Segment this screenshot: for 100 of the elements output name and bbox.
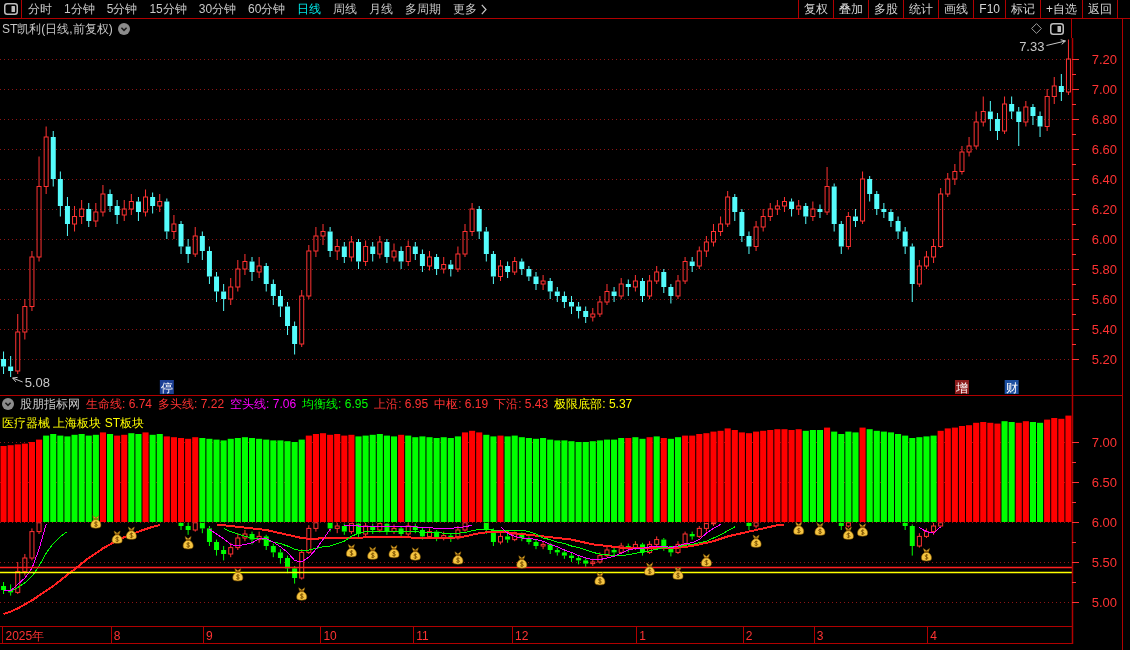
money-bag-icon — [388, 545, 400, 559]
chevron-down-icon[interactable] — [2, 398, 14, 410]
chevron-right-icon — [481, 3, 488, 15]
period-tab[interactable]: 60分钟 — [248, 3, 286, 15]
date-label: 3 — [816, 628, 824, 643]
date-label: 11 — [416, 628, 429, 643]
money-bag-icon — [90, 515, 102, 529]
toolbar-button[interactable]: 复权 — [798, 0, 834, 18]
date-label: 4 — [930, 628, 937, 643]
date-label: 12 — [515, 628, 529, 643]
indicator-value: 中枢: 6.19 — [434, 397, 489, 411]
toolbar-button[interactable]: 返回 — [1082, 0, 1118, 18]
point — [111, 534, 123, 544]
candle — [640, 277, 645, 303]
period-tab[interactable]: 1分钟 — [64, 3, 95, 15]
period-tab[interactable]: 30分钟 — [198, 3, 237, 15]
money-bag-icon — [814, 522, 826, 536]
indicator-value: 上沿: 6.95 — [374, 397, 429, 411]
arrow-icon — [12, 376, 24, 383]
candle — [711, 522, 716, 527]
date-label: 8 — [113, 628, 121, 643]
toolbar-button[interactable]: 画线 — [938, 0, 974, 18]
point — [516, 559, 528, 569]
more-menu-button[interactable]: 更多 — [453, 3, 488, 15]
point — [367, 550, 379, 560]
axis-label: 7.00 — [1091, 81, 1117, 97]
date-label: 2025年 — [5, 628, 45, 643]
candle — [427, 527, 432, 540]
candle — [427, 250, 432, 271]
axis-label: 5.00 — [1091, 594, 1117, 610]
period-tab[interactable]: 多周期 — [405, 3, 442, 15]
money-bag-icon — [644, 562, 655, 576]
panel-toggle-icon[interactable] — [1050, 22, 1064, 35]
event-marker[interactable]: 增 — [954, 380, 969, 395]
chevron-down-icon[interactable] — [117, 22, 130, 35]
period-tab[interactable]: 周线 — [333, 3, 358, 15]
candle — [782, 196, 787, 213]
axis-label: 6.40 — [1091, 171, 1117, 187]
period-tab[interactable]: 月线 — [369, 3, 394, 15]
stock-title: ST凯利(日线,前复权) — [2, 20, 113, 38]
money-bag-icon — [409, 547, 421, 561]
candle — [285, 555, 290, 574]
arrow-icon — [1045, 39, 1066, 46]
axis-label: 6.50 — [1091, 474, 1117, 490]
money-bag-icon — [921, 548, 932, 562]
indicator-value: 空头线: 7.06 — [230, 397, 297, 411]
point — [409, 551, 421, 561]
date-label: 2 — [745, 628, 753, 643]
point — [296, 591, 308, 601]
axis-label: 6.00 — [1091, 231, 1117, 247]
candle — [285, 301, 290, 336]
candle — [569, 295, 574, 315]
axis-label: 6.00 — [1091, 514, 1117, 530]
toolbar-button[interactable]: 多股 — [868, 0, 904, 18]
toolbar-button[interactable]: +自选 — [1040, 0, 1082, 18]
indicator-value: 极限底部: 5.37 — [554, 397, 633, 411]
candle — [569, 551, 574, 563]
date-label: 9 — [206, 628, 213, 643]
point — [594, 576, 606, 586]
money-bag-icon — [672, 566, 684, 580]
axis-label: 7.00 — [1091, 434, 1117, 450]
candle — [356, 238, 361, 270]
axis-label: 6.20 — [1091, 201, 1117, 217]
money-bag-icon — [594, 572, 606, 586]
money-bag-icon — [296, 587, 308, 601]
axis-label: 5.20 — [1091, 351, 1117, 367]
candle — [711, 223, 716, 247]
point — [182, 540, 194, 550]
toolbar-button[interactable]: F10 — [973, 0, 1005, 18]
point — [452, 555, 464, 565]
money-bag-icon — [793, 521, 804, 535]
toolbar-button[interactable]: 叠加 — [833, 0, 869, 18]
period-tab[interactable]: 分时 — [28, 3, 52, 15]
money-bag-icon — [346, 544, 357, 558]
event-marker[interactable]: 财 — [1004, 380, 1019, 395]
period-tab[interactable]: 5分钟 — [106, 3, 138, 15]
money-bag-icon — [516, 555, 528, 569]
period-tab[interactable]: 15分钟 — [149, 3, 187, 15]
indicator-value: 均衡线: 6.95 — [302, 397, 369, 411]
diamond-icon[interactable] — [1031, 23, 1042, 34]
event-marker[interactable]: 停 — [159, 380, 174, 395]
panel-toggle-icon[interactable] — [3, 3, 18, 15]
money-bag-icon — [182, 536, 194, 550]
toolbar-button[interactable]: 标记 — [1005, 0, 1040, 18]
date-label: 1 — [639, 628, 646, 643]
point — [750, 538, 762, 548]
money-bag-icon — [452, 551, 464, 565]
indicator-value: 下沿: 5.43 — [494, 397, 549, 411]
period-tab[interactable]: 日线 — [297, 3, 322, 15]
price-label: 5.08 — [24, 375, 50, 390]
money-bag-icon — [701, 553, 712, 567]
money-bag-icon — [111, 530, 123, 544]
money-bag-icon — [367, 546, 379, 560]
indicator-value: 生命线: 6.74 — [86, 397, 153, 411]
axis-label: 6.60 — [1091, 141, 1117, 157]
price-label: 7.33 — [1019, 38, 1045, 54]
sector-list: 医疗器械 上海板块 ST板块 — [2, 416, 144, 430]
toolbar-button[interactable]: 统计 — [903, 0, 939, 18]
candle — [498, 259, 503, 282]
money-bag-icon — [857, 523, 868, 537]
